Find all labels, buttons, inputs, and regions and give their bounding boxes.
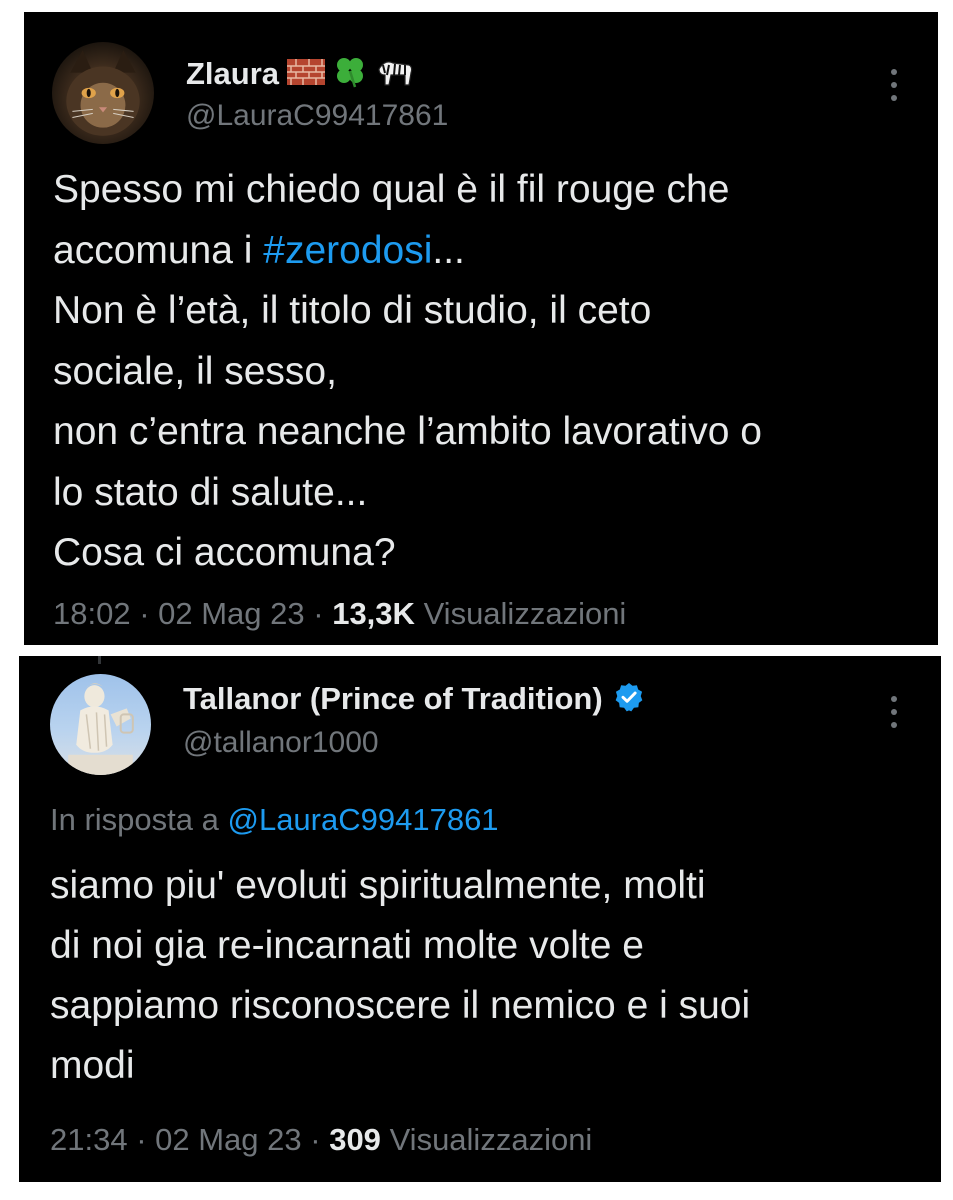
- tweet-meta: 21:34 · 02 Mag 23 · 309 Visualizzazioni: [50, 1122, 593, 1157]
- zebra-icon: [375, 55, 415, 94]
- views-count[interactable]: 13,3K: [332, 596, 415, 631]
- tweet-text-line: accomuna i #zerodosi...: [53, 228, 465, 272]
- reply-mention-link[interactable]: @LauraC99417861: [227, 802, 498, 837]
- tweet-text-line: sociale, il sesso,: [53, 349, 337, 393]
- tweet-text-line: non c’entra neanche l’ambito lavorativo …: [53, 410, 762, 453]
- tweet-text-line: Non è l’età, il titolo di studio, il cet…: [53, 289, 652, 332]
- author-avatar[interactable]: [52, 42, 154, 144]
- author-name[interactable]: Zlaura: [186, 56, 279, 92]
- statue-avatar-icon: [68, 683, 134, 775]
- tweet-text-line: sappiamo risconoscere il nemico e i suoi: [50, 984, 751, 1027]
- verified-badge-icon[interactable]: [613, 681, 645, 718]
- views-label: Visualizzazioni: [389, 1122, 593, 1157]
- more-options-icon[interactable]: [887, 694, 901, 730]
- tweet-time[interactable]: 21:34: [50, 1122, 128, 1157]
- hashtag-link[interactable]: #zerodosi: [263, 229, 432, 272]
- author-name[interactable]: Tallanor (Prince of Tradition): [183, 681, 603, 717]
- tweet-text-line: Cosa ci accomuna?: [53, 531, 396, 574]
- views-label: Visualizzazioni: [423, 596, 627, 631]
- reply-context: In risposta a @LauraC99417861: [50, 802, 499, 837]
- tweet-text: siamo piu' evoluti spiritualmente, molti…: [50, 856, 750, 1096]
- tweet-date[interactable]: 02 Mag 23: [155, 1122, 302, 1157]
- more-options-icon[interactable]: [887, 67, 901, 103]
- tweet-date[interactable]: 02 Mag 23: [158, 596, 305, 631]
- brick-icon: [287, 57, 326, 92]
- tweet-text-line: modi: [50, 1044, 135, 1087]
- tweet-text: Spesso mi chiedo qual è il fil rouge che…: [53, 160, 762, 584]
- tweet-card-tallanor[interactable]: Tallanor (Prince of Tradition) @tallanor…: [19, 656, 941, 1182]
- tweet-card-zlaura[interactable]: Zlaura @LauraC99417861 Spesso mi chiedo …: [24, 12, 938, 645]
- views-count[interactable]: 309: [329, 1122, 381, 1157]
- author-name-row: Zlaura: [186, 52, 415, 96]
- tweet-text-line: di noi gia re-incarnati molte volte e: [50, 924, 644, 967]
- tweet-meta: 18:02 · 02 Mag 23 · 13,3K Visualizzazion…: [53, 596, 627, 631]
- author-handle[interactable]: @tallanor1000: [183, 726, 379, 760]
- author-name-row: Tallanor (Prince of Tradition): [183, 678, 645, 720]
- four-leaf-clover-icon: [333, 55, 367, 94]
- author-handle[interactable]: @LauraC99417861: [186, 99, 448, 133]
- tweet-text-line: siamo piu' evoluti spiritualmente, molti: [50, 864, 706, 907]
- cat-avatar-icon: [66, 50, 140, 136]
- thread-connector: [98, 656, 101, 664]
- tweet-text-line: Spesso mi chiedo qual è il fil rouge che: [53, 168, 730, 211]
- author-avatar[interactable]: [50, 674, 151, 775]
- tweet-text-line: lo stato di salute...: [53, 470, 368, 514]
- tweet-time[interactable]: 18:02: [53, 596, 131, 631]
